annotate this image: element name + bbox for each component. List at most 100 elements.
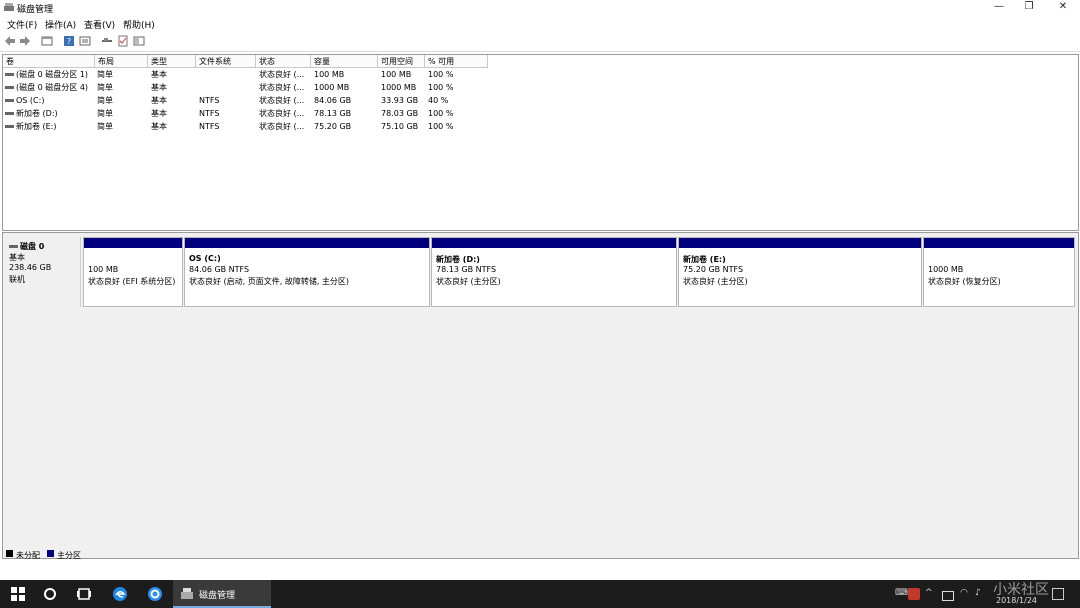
menu-view[interactable]: 查看(V) [84,18,115,31]
column-header-status[interactable]: 状态 [256,55,311,68]
percent-free-cell: 100 % [428,109,454,118]
help-icon[interactable]: ? [63,35,75,47]
windows-start-icon[interactable] [10,586,26,602]
console-tree-icon[interactable] [41,35,53,47]
partition-status: 状态良好 (主分区) [683,277,748,286]
wifi-icon[interactable]: ◠ [960,588,968,598]
forward-arrow-icon[interactable] [19,35,31,47]
partition-size: 78.13 GB NTFS [436,265,497,274]
volume-icon [5,125,14,128]
layout-cell: 简单 [97,96,113,105]
status-cell: 状态良好 (... [259,109,305,118]
primary-partition-bar [924,238,1074,248]
status-cell: 状态良好 (... [259,83,305,92]
connect-icon[interactable] [101,35,113,47]
action-center-icon[interactable] [1052,588,1064,600]
unallocated-swatch [6,550,13,557]
disk-info-panel[interactable]: 磁盘 0 基本 238.46 GB 联机 [4,237,81,307]
column-header-filesystem[interactable]: 文件系统 [196,55,256,68]
partition-d[interactable]: 新加卷 (D:) 78.13 GB NTFS 状态良好 (主分区) [431,237,677,307]
status-cell: 状态良好 (... [259,96,305,105]
percent-free-cell: 100 % [428,70,454,79]
partition-c[interactable]: OS (C:) 84.06 GB NTFS 状态良好 (启动, 页面文件, 故障… [184,237,430,307]
properties-icon[interactable] [79,35,91,47]
filesystem-cell: NTFS [199,122,220,131]
partition-title: 新加卷 (E:) [683,255,726,264]
legend: 未分配 主分区 [2,550,1077,562]
layout-cell: 简单 [97,83,113,92]
percent-free-cell: 40 % [428,96,449,105]
disk-row: 磁盘 0 基本 238.46 GB 联机 100 MB 状态良好 (EFI 系统… [3,237,1078,307]
partition-e[interactable]: 新加卷 (E:) 75.20 GB NTFS 状态良好 (主分区) [678,237,922,307]
restore-button[interactable]: ❐ [1014,0,1044,14]
window-title: 磁盘管理 [17,5,54,15]
partition-recovery[interactable]: 1000 MB 状态良好 (恢复分区) [923,237,1075,307]
status-cell: 状态良好 (... [259,122,305,131]
edge-browser-icon[interactable] [112,586,128,602]
filesystem-cell: NTFS [199,109,220,118]
volume-icon [5,73,14,76]
column-header-free-space[interactable]: 可用空间 [378,55,425,68]
primary-partition-swatch [47,550,54,557]
partition-title: OS (C:) [189,254,221,263]
percent-free-cell: 100 % [428,83,454,92]
free-space-cell: 75.10 GB [381,122,419,131]
watermark: 小米社区 [993,582,1049,598]
free-space-cell: 33.93 GB [381,96,419,105]
menu-action[interactable]: 操作(A) [45,18,76,31]
volume-icon[interactable]: ♪ [975,588,981,598]
task-disk-management[interactable]: 磁盘管理 [173,580,271,608]
partition-efi[interactable]: 100 MB 状态良好 (EFI 系统分区) [83,237,183,307]
capacity-cell: 78.13 GB [314,109,352,118]
table-row[interactable]: (磁盘 0 磁盘分区 4) 简单 基本 状态良好 (... 1000 MB 10… [3,82,493,94]
table-row[interactable]: 新加卷 (D:) 简单 基本 NTFS 状态良好 (... 78.13 GB 7… [3,108,493,120]
keyboard-icon[interactable]: ⌨ [895,588,908,598]
menu-bar: 文件(F) 操作(A) 查看(V) 帮助(H) [0,16,1080,32]
volume-name-cell: 新加卷 (E:) [5,121,95,133]
task-view-icon[interactable] [76,586,92,602]
volume-name-cell: 新加卷 (D:) [5,108,95,120]
minimize-button[interactable]: — [984,0,1014,14]
qq-browser-icon[interactable] [147,586,163,602]
legend-primary: 主分区 [57,551,81,560]
taskbar: 磁盘管理 ⌨ ^ ◠ ♪ 2018/1/24 小米社区 [0,580,1080,608]
status-cell: 状态良好 (... [259,70,305,79]
menu-file[interactable]: 文件(F) [7,18,37,31]
svg-text:?: ? [67,37,71,46]
column-header-layout[interactable]: 布局 [95,55,148,68]
disk-size: 238.46 GB [9,263,52,272]
column-header-percent-free[interactable]: % 可用 [425,55,488,68]
free-space-cell: 78.03 GB [381,109,419,118]
volume-list: 卷 布局 类型 文件系统 状态 容量 可用空间 % 可用 (磁盘 0 磁盘分区 … [2,54,1079,231]
type-cell: 基本 [151,70,167,79]
table-row[interactable]: 新加卷 (E:) 简单 基本 NTFS 状态良好 (... 75.20 GB 7… [3,121,493,133]
volume-name-cell: OS (C:) [5,95,95,107]
partition-status: 状态良好 (恢复分区) [928,277,1001,286]
column-header-type[interactable]: 类型 [148,55,196,68]
battery-icon[interactable] [942,591,954,601]
table-row[interactable]: (磁盘 0 磁盘分区 1) 简单 基本 状态良好 (... 100 MB 100… [3,69,493,81]
back-arrow-icon[interactable] [4,35,16,47]
antivirus-tray-icon[interactable] [908,588,920,600]
check-icon[interactable] [117,35,129,47]
window-icon[interactable] [133,35,145,47]
type-cell: 基本 [151,109,167,118]
type-cell: 基本 [151,83,167,92]
tray-expand-icon[interactable]: ^ [925,588,933,598]
free-space-cell: 100 MB [381,70,412,79]
cortana-search-icon[interactable] [42,586,58,602]
partition-size: 75.20 GB NTFS [683,265,744,274]
partition-status: 状态良好 (启动, 页面文件, 故障转储, 主分区) [189,277,350,286]
volume-icon [5,99,14,102]
close-button[interactable]: ✕ [1048,0,1078,14]
partition-status: 状态良好 (主分区) [436,277,501,286]
table-row[interactable]: OS (C:) 简单 基本 NTFS 状态良好 (... 84.06 GB 33… [3,95,493,107]
type-cell: 基本 [151,122,167,131]
title-bar: 磁盘管理 — ❐ ✕ [0,0,1080,16]
column-header-volume[interactable]: 卷 [3,55,95,68]
disk-icon [9,245,18,248]
column-header-capacity[interactable]: 容量 [311,55,378,68]
menu-help[interactable]: 帮助(H) [123,18,155,31]
disk-type: 基本 [9,253,25,262]
layout-cell: 简单 [97,70,113,79]
